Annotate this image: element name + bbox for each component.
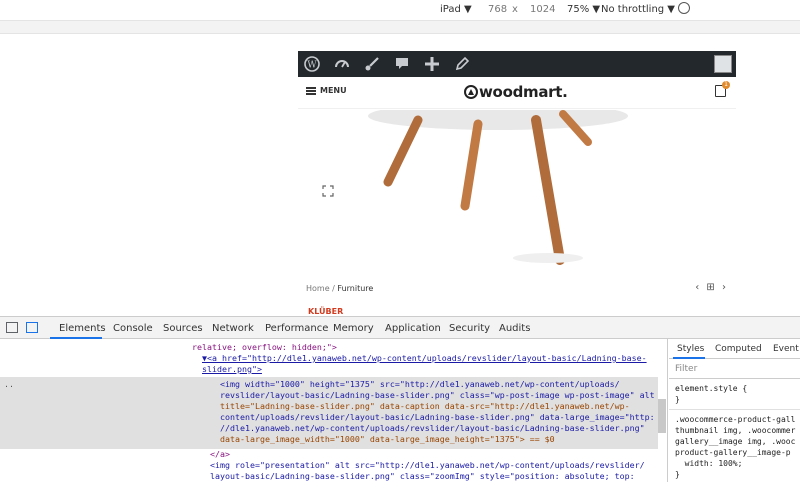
- cart-count-badge: 1: [722, 81, 730, 89]
- css-rule[interactable]: .woocommerce-product-gall thumbnail img,…: [669, 410, 800, 482]
- dom-line[interactable]: <img role="presentation" alt src="http:/…: [210, 460, 645, 470]
- breadcrumb-current[interactable]: Furniture: [337, 284, 373, 293]
- styles-filter-input[interactable]: Filter: [669, 359, 800, 379]
- site-header: MENU woodmart. 1: [298, 77, 736, 109]
- wp-admin-bar: W: [298, 51, 736, 77]
- dom-line[interactable]: </a>: [210, 449, 230, 459]
- viewport: W MENU woodmart. 1 Home / Furniture ‹ ⊞ …: [0, 34, 800, 316]
- width-input[interactable]: 768: [488, 4, 507, 15]
- active-sidebar-tab-indicator: [673, 357, 705, 359]
- menu-button[interactable]: MENU: [306, 86, 347, 95]
- dom-line[interactable]: title="Ladning-base-slider.png" data-cap…: [220, 401, 630, 411]
- hamburger-icon: [306, 86, 316, 95]
- dom-line[interactable]: revslider/layout-basic/Ladning-base-slid…: [220, 390, 655, 400]
- tab-console[interactable]: Console: [113, 323, 153, 334]
- breadcrumb: Home / Furniture: [306, 284, 373, 293]
- menu-label: MENU: [320, 86, 347, 95]
- dashboard-icon[interactable]: [332, 54, 352, 74]
- devtools-tabbar: Elements Console Sources Network Perform…: [0, 317, 800, 339]
- tab-security[interactable]: Security: [449, 323, 490, 334]
- browser-window: iPad ▼ 768 x 1024 75% ▼ No throttling ▼ …: [0, 0, 800, 482]
- svg-text:W: W: [307, 61, 317, 71]
- tab-event-listeners[interactable]: Event: [773, 344, 799, 354]
- sidebar-tabbar: Styles Computed Event: [669, 339, 800, 359]
- product-image[interactable]: [298, 102, 736, 265]
- device-toolbar: iPad ▼ 768 x 1024 75% ▼ No throttling ▼: [0, 0, 800, 20]
- selected-marker: ..: [4, 379, 14, 389]
- dom-line[interactable]: relative; overflow: hidden;">: [192, 342, 337, 352]
- prev-product-icon[interactable]: ‹: [695, 282, 699, 293]
- tab-application[interactable]: Application: [385, 323, 441, 334]
- brand-logo[interactable]: KLÜBER: [308, 307, 343, 316]
- tab-memory[interactable]: Memory: [333, 323, 374, 334]
- add-new-icon[interactable]: [422, 54, 442, 74]
- devtools-panel: Elements Console Sources Network Perform…: [0, 316, 800, 482]
- dom-line[interactable]: data-large_image_width="1000" data-large…: [220, 434, 555, 444]
- dom-line[interactable]: <img width="1000" height="1375" src="htt…: [220, 379, 620, 389]
- dom-line[interactable]: content/uploads/revslider/layout-basic/L…: [220, 412, 655, 422]
- throttling-select[interactable]: No throttling ▼: [601, 4, 675, 15]
- tab-sources[interactable]: Sources: [163, 323, 203, 334]
- height-input[interactable]: 1024: [530, 4, 555, 15]
- dom-line[interactable]: layout-basic/Ladning-base-slider.png" cl…: [210, 471, 635, 481]
- element-style-rule[interactable]: element.style { }: [669, 379, 800, 410]
- elements-tree[interactable]: relative; overflow: hidden;"> ▼<a href="…: [0, 339, 668, 482]
- tab-elements[interactable]: Elements: [59, 323, 106, 334]
- tab-audits[interactable]: Audits: [499, 323, 530, 334]
- inspect-element-icon[interactable]: [6, 322, 18, 333]
- device-toggle-icon[interactable]: [26, 322, 38, 333]
- media-query-ruler: [0, 20, 800, 34]
- next-product-icon[interactable]: ›: [722, 282, 726, 293]
- expand-icon[interactable]: [322, 185, 334, 197]
- zoom-select[interactable]: 75% ▼: [567, 4, 600, 15]
- dom-line[interactable]: slider.png">: [202, 364, 262, 374]
- tab-computed[interactable]: Computed: [715, 344, 762, 354]
- edit-pencil-icon[interactable]: [452, 54, 472, 74]
- dom-line[interactable]: //dle1.yanaweb.net/wp-content/uploads/re…: [220, 423, 645, 433]
- styles-sidebar: Styles Computed Event Filter element.sty…: [669, 339, 800, 482]
- device-screen: W MENU woodmart. 1 Home / Furniture ‹ ⊞ …: [298, 51, 736, 316]
- device-select[interactable]: iPad ▼: [440, 4, 472, 15]
- avatar[interactable]: [714, 55, 732, 73]
- chair-photo: [368, 102, 628, 265]
- tab-styles[interactable]: Styles: [677, 344, 704, 354]
- rotate-icon[interactable]: [678, 2, 690, 14]
- breadcrumb-home[interactable]: Home: [306, 284, 330, 293]
- breadcrumb-separator: /: [332, 284, 335, 293]
- tab-performance[interactable]: Performance: [265, 323, 328, 334]
- elements-scrollbar[interactable]: [658, 399, 666, 433]
- site-logo[interactable]: woodmart.: [464, 83, 568, 101]
- dom-line[interactable]: ▼<a href="http://dle1.yanaweb.net/wp-con…: [202, 353, 647, 363]
- grid-icon[interactable]: ⊞: [706, 282, 714, 293]
- product-nav: ‹ ⊞ ›: [695, 282, 726, 293]
- customize-brush-icon[interactable]: [362, 54, 382, 74]
- logo-mark-icon: [464, 85, 478, 99]
- tab-network[interactable]: Network: [212, 323, 254, 334]
- dimension-separator: x: [512, 4, 518, 15]
- wordpress-icon[interactable]: W: [302, 54, 322, 74]
- logo-text: woodmart.: [479, 83, 568, 101]
- comments-icon[interactable]: [392, 54, 412, 74]
